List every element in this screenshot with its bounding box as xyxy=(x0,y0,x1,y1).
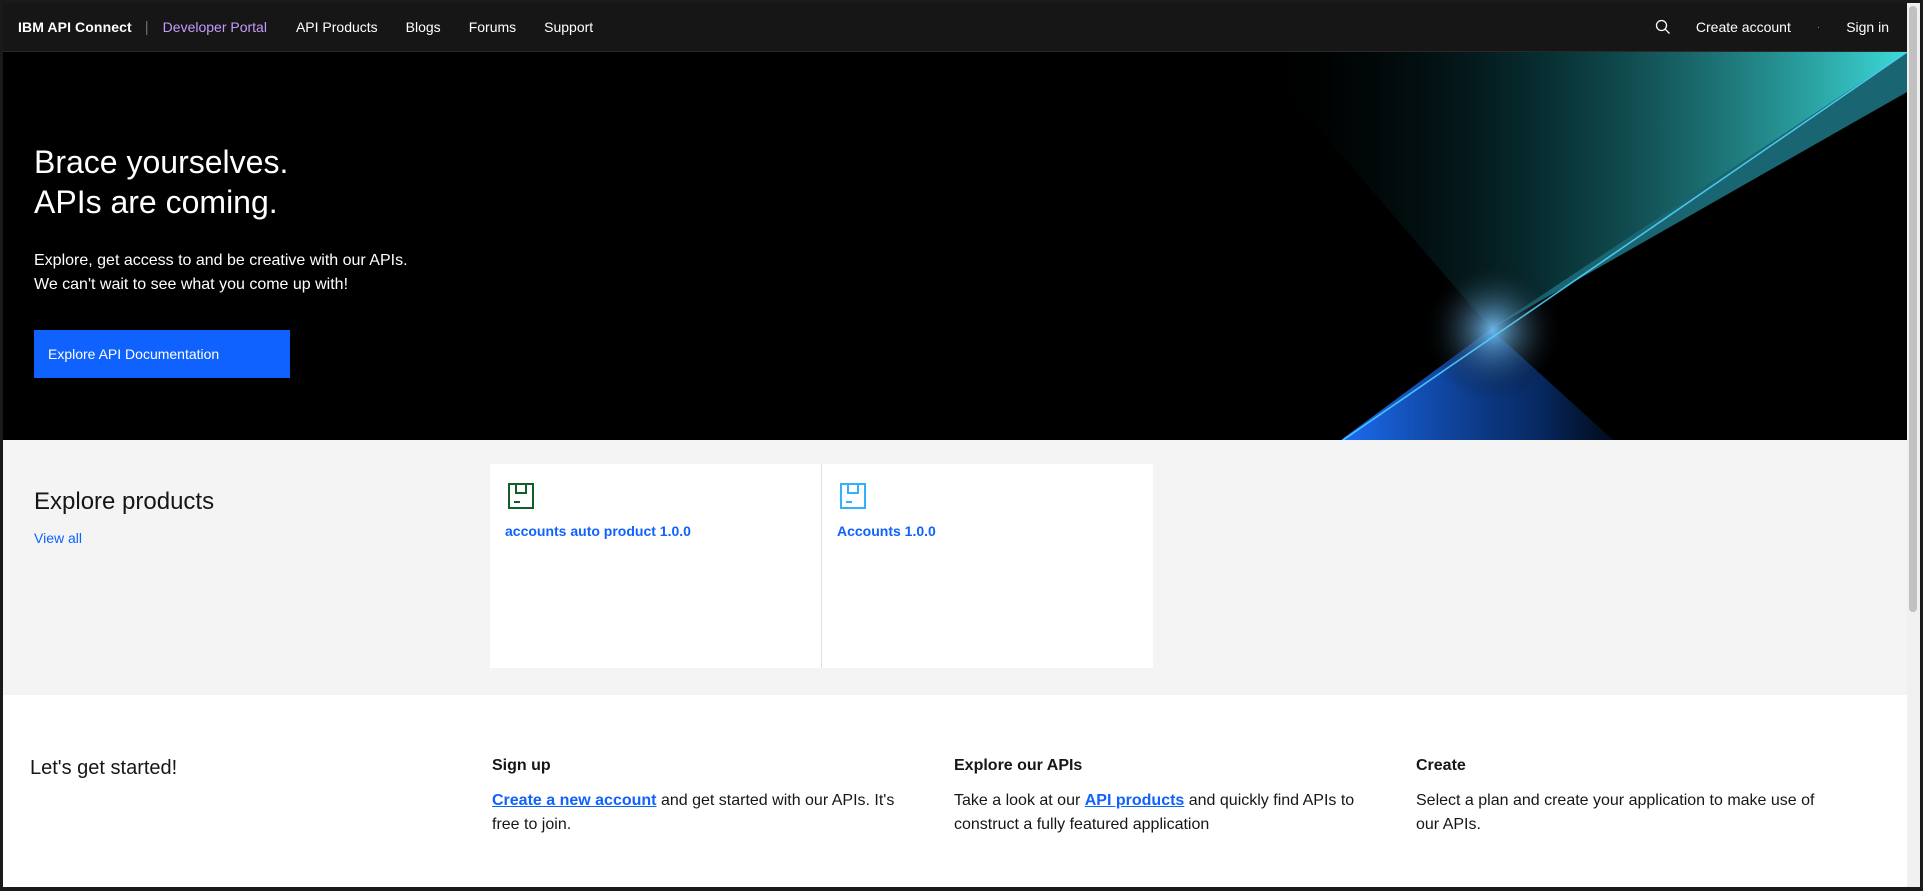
sign-up-text: Create a new account and get started wit… xyxy=(492,789,912,837)
create-text: Select a plan and create your applicatio… xyxy=(1416,792,1815,833)
sign-up-column: Sign up Create a new account and get sta… xyxy=(492,757,912,837)
brand-separator: | xyxy=(144,18,149,36)
nav-dot-separator: · xyxy=(1816,21,1821,33)
api-products-link[interactable]: API products xyxy=(1085,792,1185,809)
explore-products-section: Explore products View all accounts auto … xyxy=(3,440,1907,695)
search-icon[interactable] xyxy=(1654,18,1672,36)
create-account-link[interactable]: Create account xyxy=(1696,19,1791,35)
hero-subtitle: Explore, get access to and be creative w… xyxy=(34,249,408,297)
hero-title: Brace yourselves. APIs are coming. xyxy=(34,142,288,222)
product-card-title[interactable]: accounts auto product 1.0.0 xyxy=(505,523,691,539)
view-all-link[interactable]: View all xyxy=(34,530,82,546)
brand-logo[interactable]: IBM API Connect xyxy=(18,19,132,35)
portal-name[interactable]: Developer Portal xyxy=(163,19,267,35)
product-box-icon xyxy=(507,482,535,510)
nav-link-api-products[interactable]: API Products xyxy=(296,19,378,35)
explore-apis-title: Explore our APIs xyxy=(954,757,1083,774)
browser-viewport: IBM API Connect | Developer Portal API P… xyxy=(3,3,1907,887)
create-column: Create Select a plan and create your app… xyxy=(1416,757,1836,837)
sign-up-title: Sign up xyxy=(492,757,551,774)
explore-apis-text-before: Take a look at our xyxy=(954,792,1085,809)
explore-products-heading: Explore products xyxy=(34,488,215,515)
top-navigation: IBM API Connect | Developer Portal API P… xyxy=(3,3,1907,52)
nav-links: API Products Blogs Forums Support xyxy=(296,19,621,35)
scrollbar-thumb[interactable] xyxy=(1909,6,1917,612)
get-started-section: Let's get started! Sign up Create a new … xyxy=(3,695,1907,887)
hero-subtitle-line-1: Explore, get access to and be creative w… xyxy=(34,252,408,269)
explore-api-docs-button[interactable]: Explore API Documentation xyxy=(34,330,290,378)
hero-banner: Brace yourselves. APIs are coming. Explo… xyxy=(3,52,1907,440)
explore-apis-text: Take a look at our API products and quic… xyxy=(954,789,1374,837)
product-card[interactable]: accounts auto product 1.0.0 xyxy=(490,464,822,668)
nav-account-actions: Create account · Sign in xyxy=(1654,3,1889,51)
hero-title-line-2: APIs are coming. xyxy=(34,184,278,220)
page-scrollbar[interactable] xyxy=(1907,3,1920,887)
create-new-account-link[interactable]: Create a new account xyxy=(492,792,657,809)
nav-link-support[interactable]: Support xyxy=(544,19,593,35)
nav-link-forums[interactable]: Forums xyxy=(469,19,516,35)
sign-in-link[interactable]: Sign in xyxy=(1846,19,1889,35)
nav-link-blogs[interactable]: Blogs xyxy=(406,19,441,35)
create-title: Create xyxy=(1416,757,1466,774)
explore-apis-column: Explore our APIs Take a look at our API … xyxy=(954,757,1374,837)
hero-subtitle-line-2: We can't wait to see what you come up wi… xyxy=(34,276,349,293)
product-card[interactable]: Accounts 1.0.0 xyxy=(822,464,1153,668)
get-started-heading: Let's get started! xyxy=(30,757,178,779)
product-box-icon xyxy=(839,482,867,510)
hero-title-line-1: Brace yourselves. xyxy=(34,144,289,180)
product-card-title[interactable]: Accounts 1.0.0 xyxy=(837,523,936,539)
hero-light-beam-graphic xyxy=(1253,52,1907,440)
